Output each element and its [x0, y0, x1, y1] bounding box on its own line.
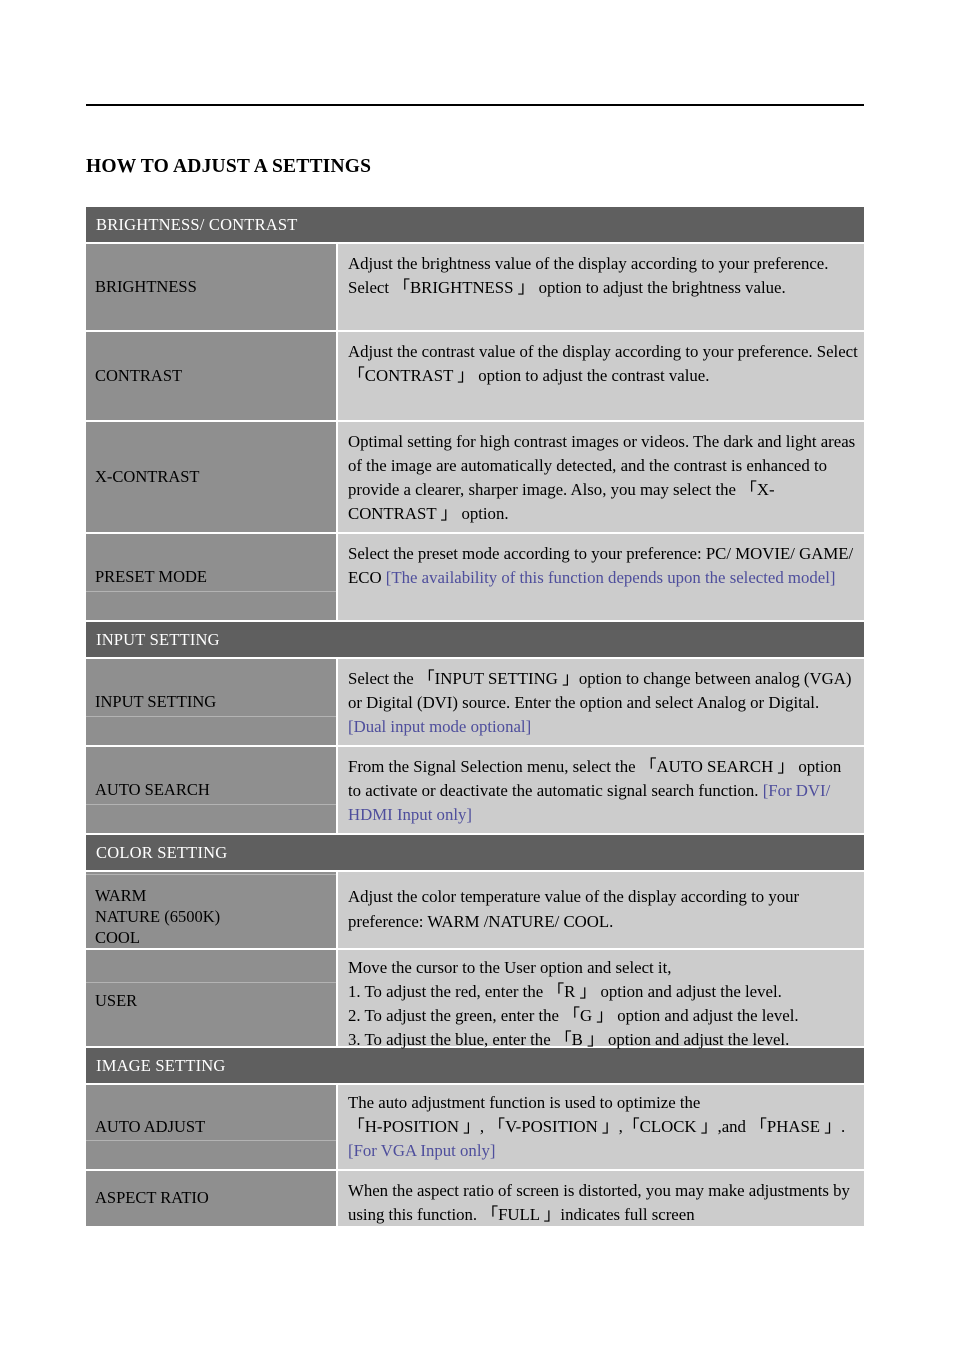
label-text: AUTO SEARCH	[95, 779, 210, 799]
page-title: HOW TO ADJUST A SETTINGS	[86, 156, 372, 178]
header-rule	[86, 104, 864, 106]
row-description-aspect-ratio: When the aspect ratio of screen is disto…	[338, 1171, 864, 1226]
section-header-input-setting: INPUT SETTING	[86, 622, 864, 657]
description-note: [Dual input mode optional]	[348, 717, 532, 737]
description-line: 3. To adjust the blue, enter the 「B 」 op…	[348, 1030, 790, 1050]
table-row: PRESET MODE Select the preset mode accor…	[86, 534, 864, 620]
table-row: WARM NATURE (6500K) COOL Adjust the colo…	[86, 872, 864, 948]
row-label-aspect-ratio: ASPECT RATIO	[86, 1171, 336, 1226]
table-row: INPUT SETTING Select the 「INPUT SETTING …	[86, 659, 864, 745]
row-label-auto-adjust: AUTO ADJUST	[86, 1085, 336, 1169]
table-row: X-CONTRAST Optimal setting for high cont…	[86, 422, 864, 532]
row-description-auto-search: From the Signal Selection menu, select t…	[338, 747, 864, 833]
label-text: CONTRAST	[95, 365, 183, 385]
description-note: [For VGA Input only]	[348, 1141, 496, 1161]
row-description-preset-mode: Select the preset mode according to your…	[338, 534, 864, 620]
row-label-input-setting: INPUT SETTING	[86, 659, 336, 745]
row-label-contrast: CONTRAST	[86, 332, 336, 420]
description-line: 2. To adjust the green, enter the 「G 」 o…	[348, 1006, 799, 1026]
label-text-warm: WARM	[95, 886, 147, 905]
row-description-contrast: Adjust the contrast value of the display…	[338, 332, 864, 420]
description-text: Optimal setting for high contrast images…	[348, 432, 856, 524]
row-description-input-setting: Select the 「INPUT SETTING 」option to cha…	[338, 659, 864, 745]
description-text: Adjust the contrast value of the display…	[348, 342, 858, 386]
label-text: INPUT SETTING	[95, 691, 217, 711]
row-description-auto-adjust: The auto adjustment function is used to …	[338, 1085, 864, 1169]
label-text-cool: COOL	[95, 927, 140, 947]
label-text: X-CONTRAST	[95, 466, 200, 486]
settings-table: BRIGHTNESS/ CONTRAST BRIGHTNESS Adjust t…	[86, 207, 864, 1226]
description-text: Adjust the brightness value of the displ…	[348, 254, 829, 298]
document-page: HOW TO ADJUST A SETTINGS BRIGHTNESS/ CON…	[0, 0, 954, 1350]
section-header-brightness-contrast: BRIGHTNESS/ CONTRAST	[86, 207, 864, 242]
row-label-user: USER	[86, 950, 336, 1046]
label-text: USER	[95, 991, 138, 1011]
row-description-x-contrast: Optimal setting for high contrast images…	[338, 422, 864, 532]
section-header-color-setting: COLOR SETTING	[86, 835, 864, 870]
description-text: Select the 「INPUT SETTING 」option to cha…	[348, 669, 852, 713]
table-row: BRIGHTNESS Adjust the brightness value o…	[86, 244, 864, 330]
label-text: BRIGHTNESS	[95, 276, 197, 296]
label-text: ASPECT RATIO	[95, 1188, 209, 1208]
table-row: CONTRAST Adjust the contrast value of th…	[86, 332, 864, 420]
section-header-image-setting: IMAGE SETTING	[86, 1048, 864, 1083]
table-row: AUTO SEARCH From the Signal Selection me…	[86, 747, 864, 833]
row-label-auto-search: AUTO SEARCH	[86, 747, 336, 833]
description-line: 1. To adjust the red, enter the 「R 」 opt…	[348, 982, 782, 1002]
label-text: PRESET MODE	[95, 566, 208, 586]
row-description-brightness: Adjust the brightness value of the displ…	[338, 244, 864, 330]
row-description-color-temperature: Adjust the color temperature value of th…	[338, 872, 864, 948]
row-label-preset-mode: PRESET MODE	[86, 534, 336, 620]
description-text: When the aspect ratio of screen is disto…	[348, 1181, 850, 1225]
table-row: AUTO ADJUST The auto adjustment function…	[86, 1085, 864, 1169]
description-line: The auto adjustment function is used to …	[348, 1093, 701, 1112]
table-row: USER Move the cursor to the User option …	[86, 950, 864, 1049]
table-row: ASPECT RATIO When the aspect ratio of sc…	[86, 1171, 864, 1226]
row-description-user: Move the cursor to the User option and s…	[338, 950, 864, 1049]
description-line: 「H-POSITION 」, 「V-POSITION 」,「CLOCK 」,an…	[348, 1117, 846, 1137]
description-note: [The availability of this function depen…	[385, 568, 836, 588]
description-text: Adjust the color temperature value of th…	[348, 887, 800, 931]
row-label-color-temperature: WARM NATURE (6500K) COOL	[86, 872, 336, 948]
label-text: AUTO ADJUST	[95, 1116, 206, 1136]
row-label-brightness: BRIGHTNESS	[86, 244, 336, 330]
row-label-x-contrast: X-CONTRAST	[86, 422, 336, 532]
label-text-nature: NATURE (6500K)	[95, 906, 221, 926]
description-line: Move the cursor to the User option and s…	[348, 958, 672, 977]
